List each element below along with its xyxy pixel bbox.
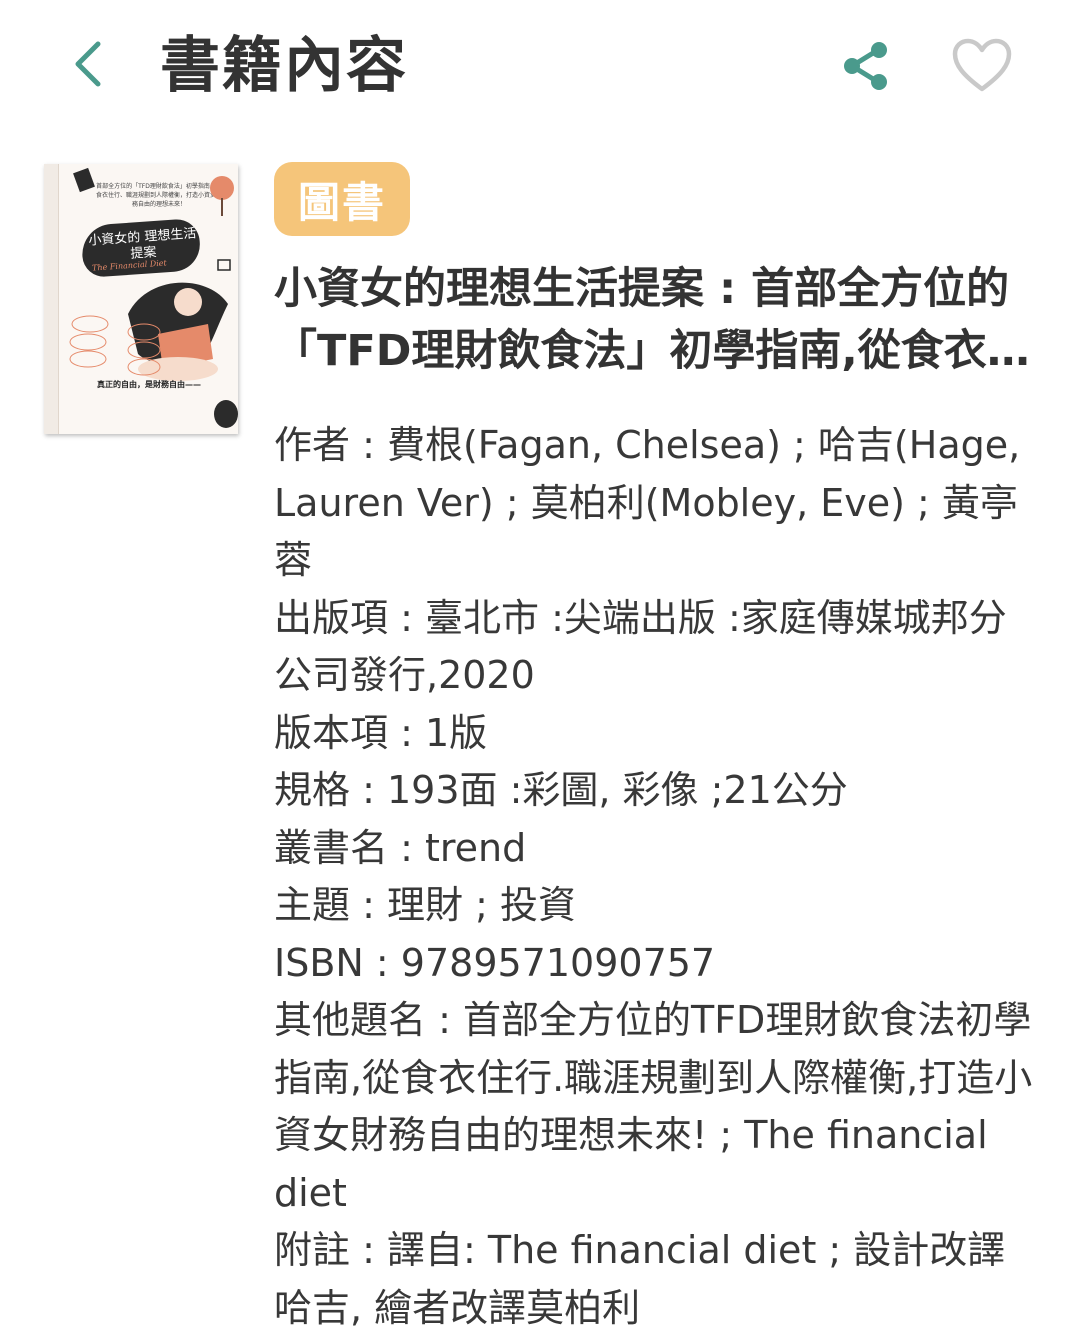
detail-value: 193面 :彩圖, 彩像 ;21公分 <box>386 768 848 812</box>
share-button[interactable] <box>834 34 898 98</box>
share-icon <box>844 42 887 90</box>
detail-label: ISBN <box>274 940 364 985</box>
app-header: 書籍內容 <box>0 0 1080 140</box>
detail-separator: : <box>363 940 401 985</box>
detail-row: 主題 : 理財 ; 投資 <box>274 877 1039 935</box>
detail-label: 主題 <box>274 883 351 927</box>
detail-row: 規格 : 193面 :彩圖, 彩像 ;21公分 <box>274 762 1039 820</box>
detail-label: 規格 <box>274 768 351 812</box>
detail-separator: : <box>350 1228 387 1272</box>
book-cover-image[interactable]: 首部全方位的「TFD理財飲食法」初學指南，從食衣住行、職涯規劃到人際權衡，打造小… <box>44 164 238 434</box>
cover-illustration <box>69 167 238 428</box>
book-title: 小資女的理想生活提案 : 首部全方位的「TFD理財飲食法」初學指南,從食衣住行.… <box>274 264 1030 376</box>
detail-row: 附註 : 譯自: The financial diet ; 設計改譯哈吉, 繪者… <box>274 1222 1039 1337</box>
category-badge: 圖書 <box>274 162 410 236</box>
detail-separator: : <box>388 710 425 755</box>
detail-separator: : <box>350 768 387 812</box>
detail-row: 其他題名 : 首部全方位的TFD理財飲食法初學指南,從食衣住行.職涯規劃到人際權… <box>274 992 1039 1222</box>
book-details: 作者 : 費根(Fagan, Chelsea) ; 哈吉(Hage, Laure… <box>274 417 1039 1337</box>
back-button[interactable] <box>58 34 118 94</box>
detail-label: 其他題名 <box>274 998 427 1042</box>
detail-value: 9789571090757 <box>400 940 716 985</box>
detail-row: ISBN : 9789571090757 <box>274 935 1039 993</box>
detail-separator: : <box>388 595 425 640</box>
detail-row: 出版項 : 臺北市 :尖端出版 :家庭傳媒城邦分公司發行,2020 <box>274 590 1039 705</box>
detail-label: 叢書名 <box>274 825 389 870</box>
favorite-button[interactable] <box>948 32 1016 98</box>
detail-label: 作者 <box>274 423 351 467</box>
page-title: 書籍內容 <box>160 31 408 101</box>
detail-row: 版本項 : 1版 <box>274 705 1039 763</box>
cover-art: 首部全方位的「TFD理財飲食法」初學指南，從食衣住行、職涯規劃到人際權衡，打造小… <box>58 164 238 434</box>
detail-value: 理財 ; 投資 <box>386 883 576 927</box>
detail-label: 附註 <box>274 1228 351 1272</box>
detail-separator: : <box>388 825 425 870</box>
detail-row: 作者 : 費根(Fagan, Chelsea) ; 哈吉(Hage, Laure… <box>274 417 1039 590</box>
chevron-left-icon <box>75 41 101 87</box>
detail-label: 版本項 <box>274 710 389 755</box>
book-detail-page: 書籍內容 首部全方位的「TFD理財飲食法」初學指南，從食衣住行、職涯規劃到人際權… <box>0 0 1080 1344</box>
detail-separator: : <box>350 423 387 467</box>
detail-label: 出版項 <box>274 595 389 640</box>
detail-row: 叢書名 : trend <box>274 820 1039 878</box>
detail-value: 1版 <box>424 710 488 755</box>
heart-outline-icon <box>952 38 1012 92</box>
detail-separator: : <box>426 998 463 1042</box>
cover-lower-text: 真正的自由，是財務自由—— <box>97 380 201 389</box>
cover-spine <box>44 164 59 434</box>
detail-separator: : <box>350 883 387 927</box>
detail-value: trend <box>424 825 527 870</box>
